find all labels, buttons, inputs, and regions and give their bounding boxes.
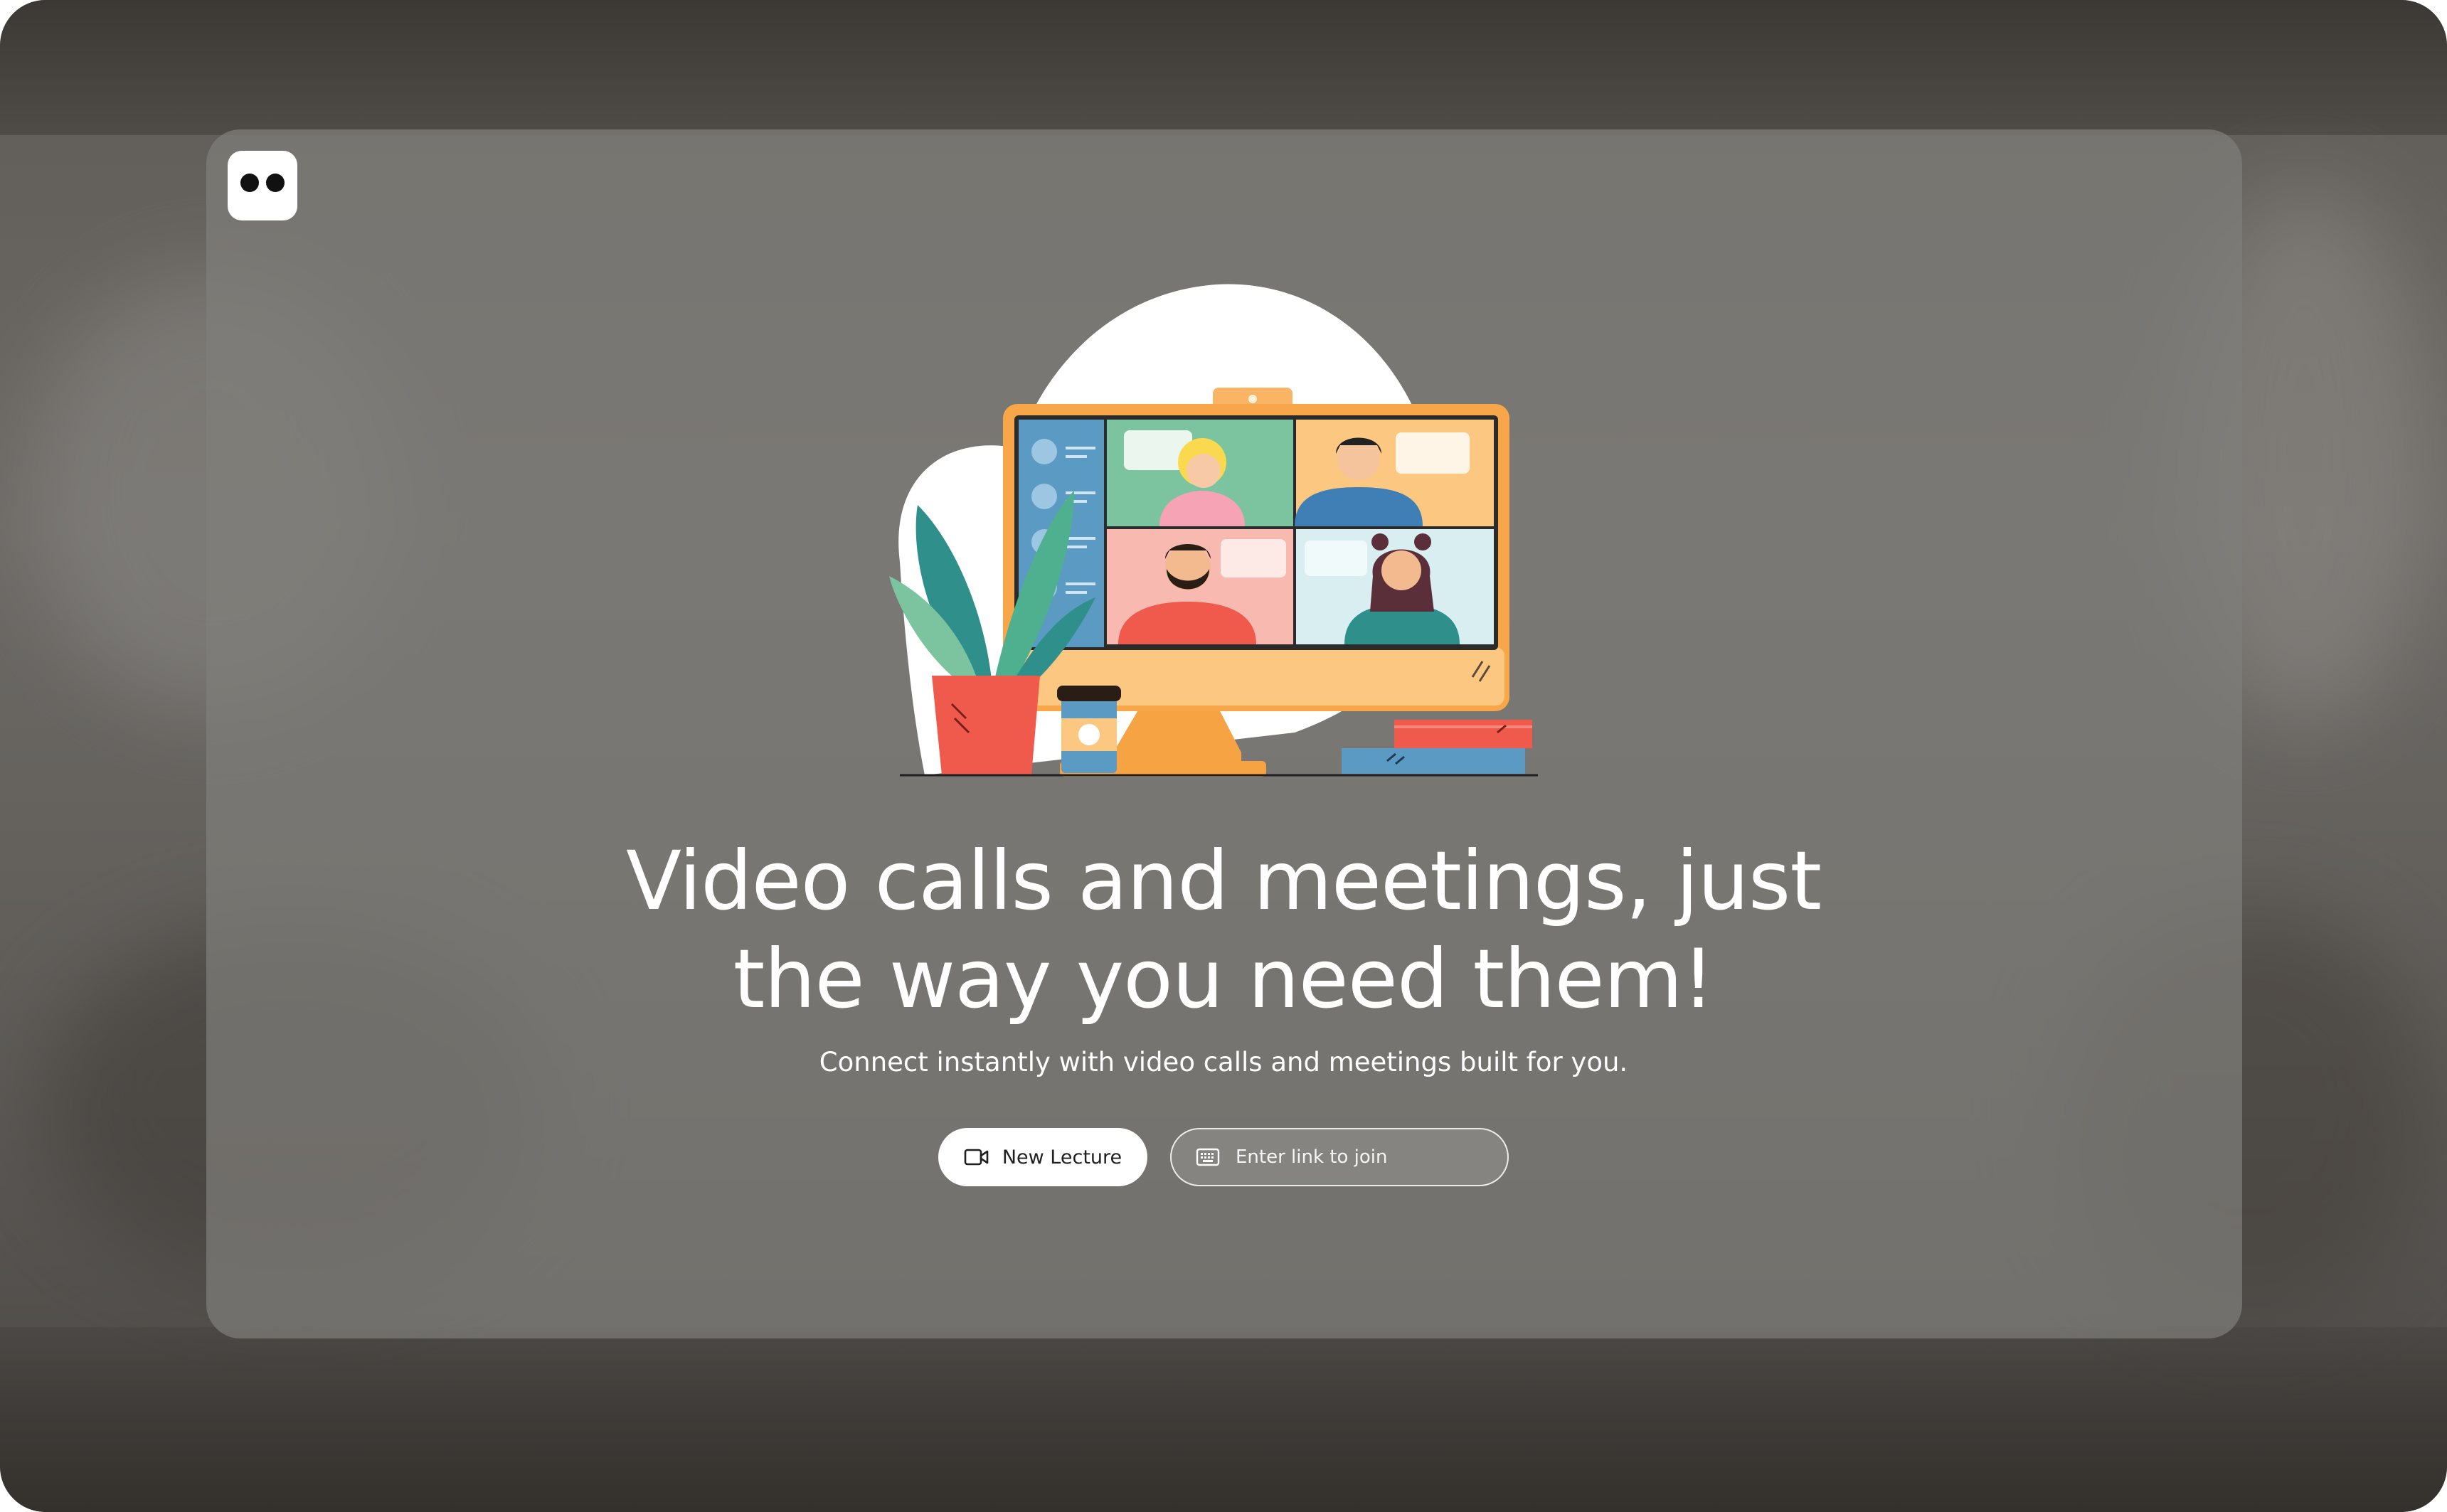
- headline-line-2: the way you need them!: [733, 932, 1715, 1026]
- eyes-logo-icon[interactable]: [228, 151, 297, 220]
- plant-pot: [932, 676, 1040, 775]
- background-top-shade: [0, 0, 2447, 135]
- join-link-input[interactable]: [1234, 1146, 1493, 1168]
- new-lecture-label: New Lecture: [1002, 1146, 1122, 1168]
- video-camera-icon: [964, 1149, 989, 1166]
- background-bottom-shade: [0, 1327, 2447, 1512]
- new-lecture-button[interactable]: New Lecture: [938, 1128, 1147, 1186]
- app-window: Video calls and meetings, just the way y…: [0, 0, 2447, 1512]
- page-title: Video calls and meetings, just the way y…: [512, 832, 1935, 1028]
- headline-line-1: Video calls and meetings, just: [625, 834, 1822, 928]
- logo-eye-left: [240, 174, 259, 192]
- logo-eye-right: [266, 174, 285, 192]
- page-subtitle: Connect instantly with video calls and m…: [819, 1047, 1628, 1077]
- join-link-field[interactable]: [1170, 1128, 1509, 1186]
- keyboard-icon: [1196, 1148, 1220, 1166]
- books: [1394, 720, 1532, 748]
- video-conference-illustration: [889, 284, 1538, 777]
